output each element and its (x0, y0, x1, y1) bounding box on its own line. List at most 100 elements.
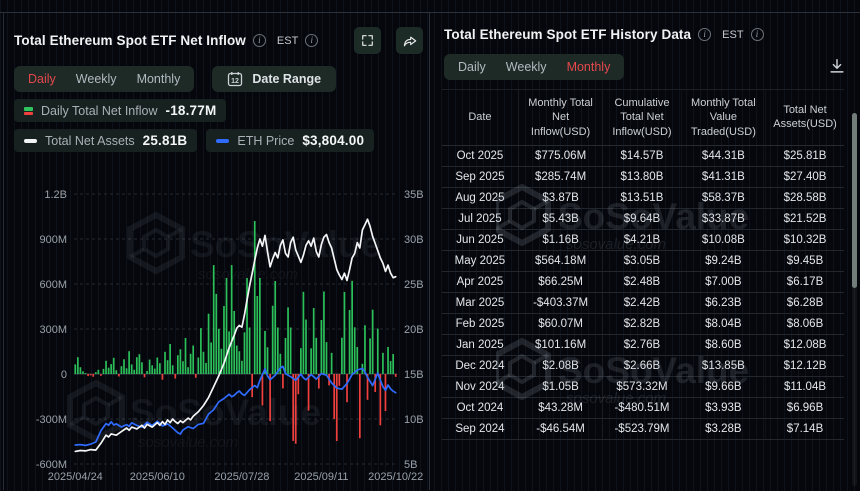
column-header: Cumulative Total Net Inflow(USD) (603, 90, 681, 146)
value-cell: $1.16B (518, 229, 602, 250)
value-cell: $7.14B (766, 418, 844, 439)
timezone-label: EST (722, 29, 743, 41)
table-row: Feb 2025$60.07M$2.82B$8.04B$8.06B (442, 313, 844, 334)
value-cell: $14.57B (603, 145, 681, 166)
history-title: Total Ethereum Spot ETF History Data (444, 27, 691, 42)
date-cell: Jul 2025 (442, 208, 518, 229)
value-cell: $8.06B (766, 313, 844, 334)
column-header: Date (442, 90, 518, 146)
value-cell: $43.28M (518, 397, 602, 418)
tab-daily[interactable]: Daily (458, 60, 486, 74)
value-cell: -$480.51M (603, 397, 681, 418)
value-cell: $12.12B (766, 355, 844, 376)
value-cell: $3.05B (603, 250, 681, 271)
date-cell: Jun 2025 (442, 229, 518, 250)
table-row: Oct 2025$775.06M$14.57B$44.31B$25.81B (442, 145, 844, 166)
calendar-icon: 12 (227, 71, 243, 87)
value-cell: $10.32B (766, 229, 844, 250)
value-cell: $101.16M (518, 334, 602, 355)
tab-weekly[interactable]: Weekly (76, 72, 117, 86)
net-inflow-chart[interactable]: 1.2B35B900M30B600M25B300M20B015B-300M10B… (12, 157, 425, 484)
table-scrollbar[interactable] (852, 113, 857, 486)
date-cell: Oct 2025 (442, 145, 518, 166)
table-row: May 2025$564.18M$3.05B$9.24B$9.45B (442, 250, 844, 271)
value-cell: $7.00B (681, 271, 765, 292)
info-icon[interactable]: i (253, 34, 266, 47)
info-icon[interactable]: i (305, 34, 318, 47)
value-cell: $9.45B (766, 250, 844, 271)
value-cell: $2.76B (603, 334, 681, 355)
value-cell: $9.64B (603, 208, 681, 229)
white-dash-icon (24, 139, 37, 143)
table-row: Dec 2024$2.08B$2.66B$13.85B$12.12B (442, 355, 844, 376)
table-row: Apr 2025$66.25M$2.48B$7.00B$6.17B (442, 271, 844, 292)
history-table-body: Oct 2025$775.06M$14.57B$44.31B$25.81BSep… (442, 145, 844, 439)
value-cell: $10.08B (681, 229, 765, 250)
table-row: Aug 2025$3.87B$13.51B$58.37B$28.58B (442, 187, 844, 208)
value-cell: $2.08B (518, 355, 602, 376)
value-cell: $6.17B (766, 271, 844, 292)
value-cell: $2.48B (603, 271, 681, 292)
value-cell: $1.05B (518, 376, 602, 397)
column-header: Monthly Total Value Traded(USD) (681, 90, 765, 146)
value-cell: $6.96B (766, 397, 844, 418)
value-cell: $8.04B (681, 313, 765, 334)
value-cell: $27.40B (766, 166, 844, 187)
legend-total-net-assets[interactable]: Total Net Assets 25.81B (14, 129, 197, 152)
svg-text:2025/07/28: 2025/07/28 (214, 471, 269, 483)
svg-text:35B: 35B (404, 189, 424, 201)
svg-text:900M: 900M (39, 234, 67, 246)
fullscreen-icon (360, 33, 375, 48)
top-strip (0, 0, 860, 13)
svg-text:25B: 25B (404, 279, 424, 291)
value-cell: $58.37B (681, 187, 765, 208)
value-cell: $8.60B (681, 334, 765, 355)
table-row: Sep 2025$285.74M$13.80B$41.31B$27.40B (442, 166, 844, 187)
tab-monthly[interactable]: Monthly (137, 72, 181, 86)
value-cell: $60.07M (518, 313, 602, 334)
eth-price-value: $3,804.00 (302, 133, 364, 148)
table-row: Oct 2024$43.28M-$480.51M$3.93B$6.96B (442, 397, 844, 418)
date-cell: Aug 2025 (442, 187, 518, 208)
legend-daily-net-inflow[interactable]: Daily Total Net Inflow -18.77M (14, 99, 226, 122)
date-range-button[interactable]: 12 Date Range (212, 66, 336, 92)
info-icon[interactable]: i (751, 28, 764, 41)
value-cell: $6.23B (681, 292, 765, 313)
chart-period-tabs: Daily Weekly Monthly (14, 66, 194, 92)
value-cell: $33.87B (681, 208, 765, 229)
daily-net-inflow-value: -18.77M (166, 103, 217, 118)
value-cell: $13.85B (681, 355, 765, 376)
date-cell: Sep 2025 (442, 166, 518, 187)
fullscreen-button[interactable] (354, 27, 381, 54)
value-cell: $44.31B (681, 145, 765, 166)
date-range-label: Date Range (252, 72, 321, 86)
svg-text:1.2B: 1.2B (44, 189, 67, 201)
share-button[interactable] (396, 27, 423, 54)
svg-text:0: 0 (61, 369, 67, 381)
info-icon[interactable]: i (698, 28, 711, 41)
timezone-label: EST (277, 35, 298, 47)
value-cell: $13.51B (603, 187, 681, 208)
column-header: Monthly Total Net Inflow(USD) (518, 90, 602, 146)
date-cell: May 2025 (442, 250, 518, 271)
scrollbar-thumb[interactable] (852, 113, 857, 288)
value-cell: $2.42B (603, 292, 681, 313)
date-cell: Apr 2025 (442, 271, 518, 292)
value-cell: $564.18M (518, 250, 602, 271)
tab-weekly[interactable]: Weekly (506, 60, 547, 74)
svg-text:-600M: -600M (36, 459, 67, 471)
date-cell: Dec 2024 (442, 355, 518, 376)
tab-daily[interactable]: Daily (28, 72, 56, 86)
net-inflow-chart-panel: Total Ethereum Spot ETF Net Inflow i EST… (4, 13, 430, 490)
table-period-tabs: Daily Weekly Monthly (444, 54, 624, 80)
value-cell: $9.66B (681, 376, 765, 397)
svg-text:2025/06/10: 2025/06/10 (130, 471, 185, 483)
legend-eth-price[interactable]: ETH Price $3,804.00 (206, 129, 374, 152)
value-cell: $3.87B (518, 187, 602, 208)
tab-monthly[interactable]: Monthly (567, 60, 611, 74)
table-row: Jul 2025$5.43B$9.64B$33.87B$21.52B (442, 208, 844, 229)
svg-text:2025/10/22: 2025/10/22 (368, 471, 423, 483)
download-button[interactable] (826, 55, 848, 80)
column-header: Total Net Assets(USD) (766, 90, 844, 146)
history-data-panel: Total Ethereum Spot ETF History Data i E… (430, 13, 860, 490)
